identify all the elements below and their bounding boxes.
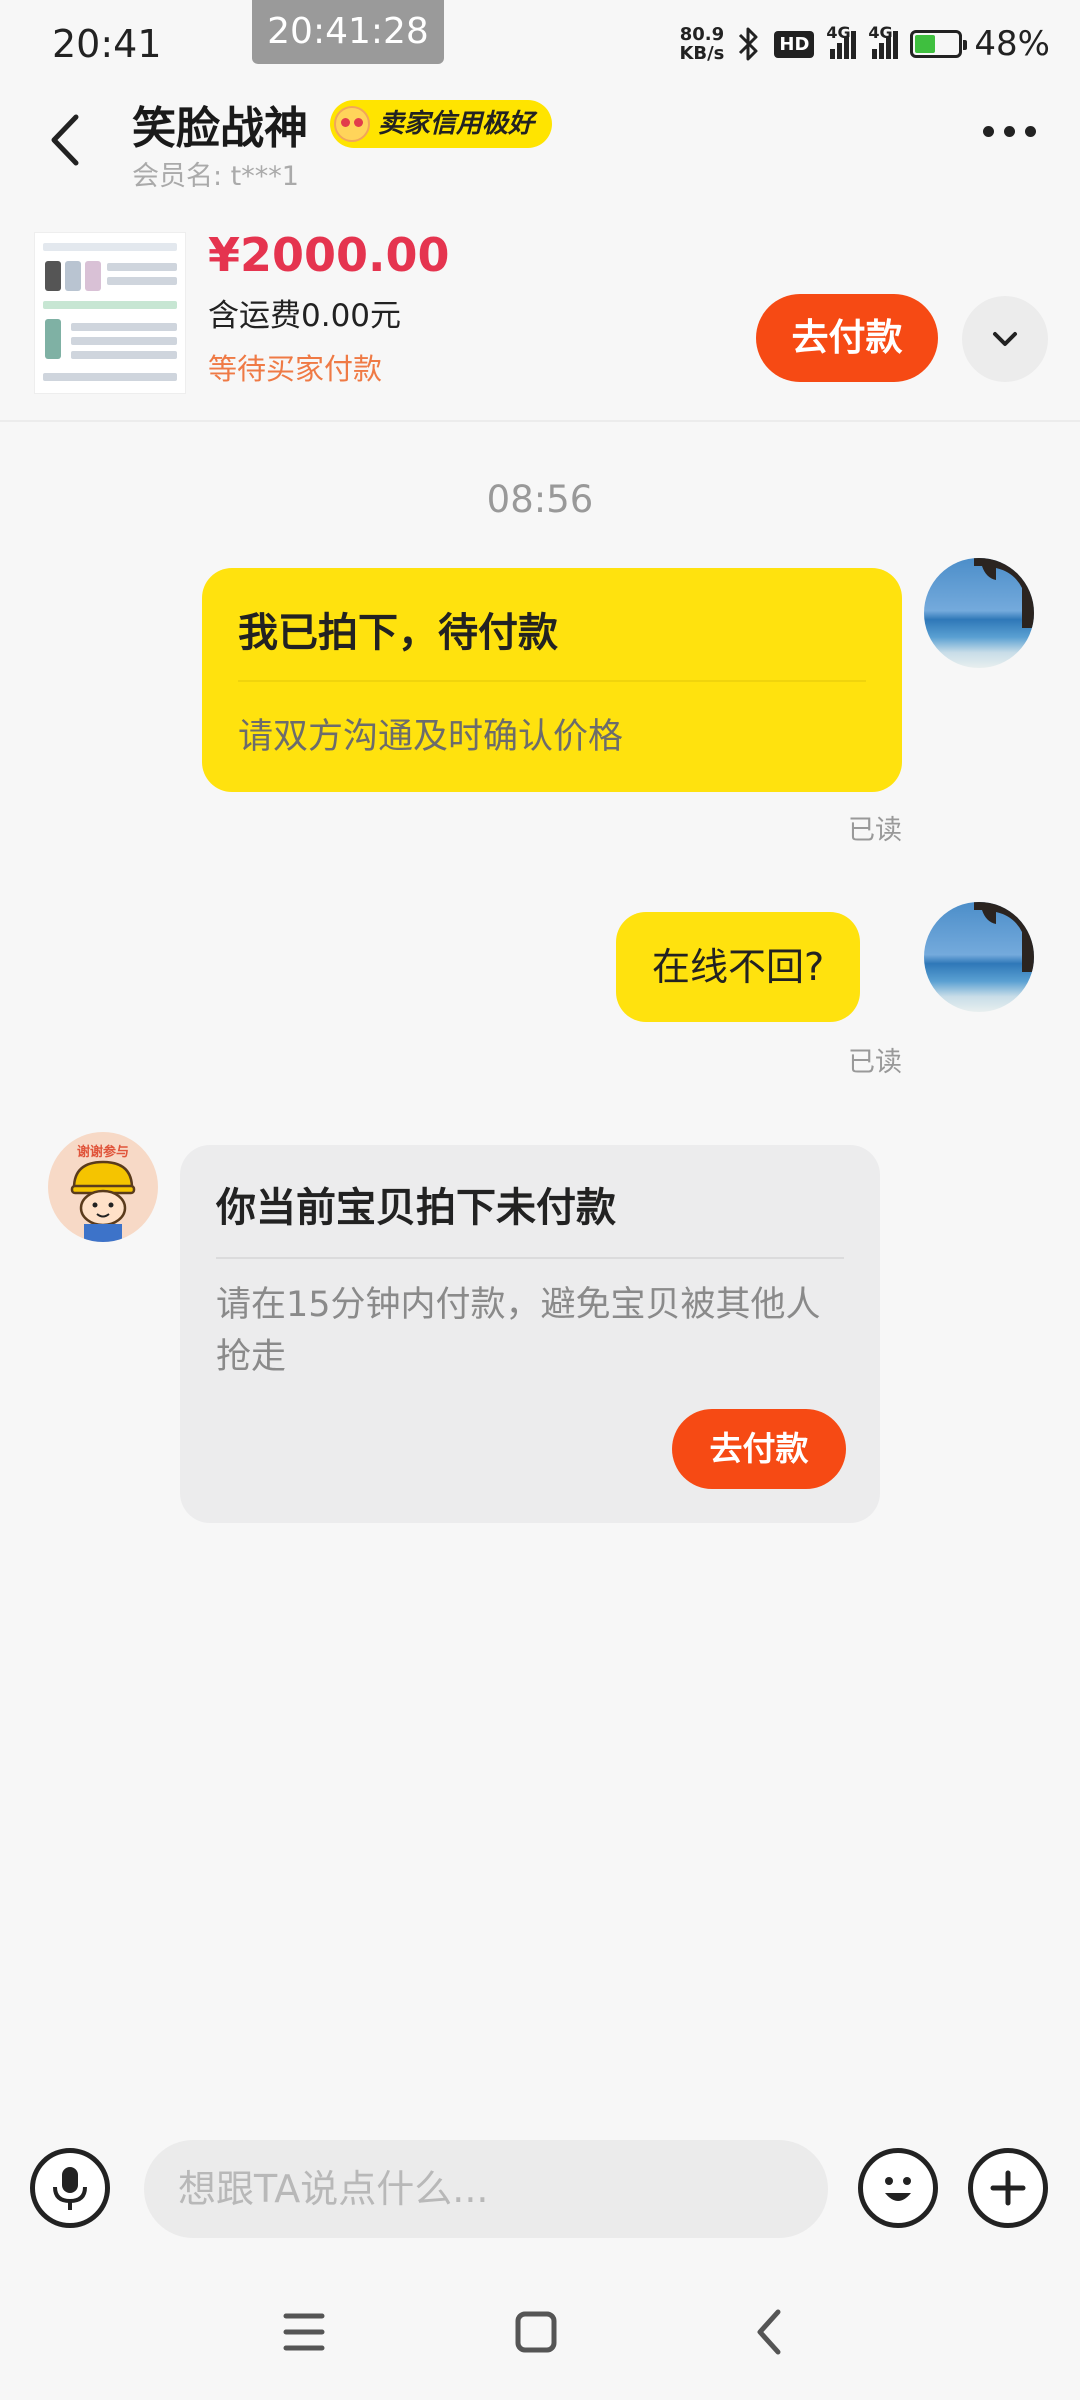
credit-badge[interactable]: 卖家信用极好: [330, 100, 553, 148]
home-nav-icon[interactable]: [496, 2292, 576, 2372]
card-subtitle: 请双方沟通及时确认价格: [238, 717, 624, 757]
bot-avatar[interactable]: 谢谢参与: [48, 1132, 158, 1242]
expand-button[interactable]: [962, 296, 1048, 382]
heart-eyes-icon: [334, 106, 370, 142]
shipping-fee: 含运费0.00元: [208, 298, 402, 334]
pay-button[interactable]: 去付款: [756, 294, 938, 382]
seller-name[interactable]: 笑脸战神: [132, 92, 308, 156]
back-icon[interactable]: [40, 105, 88, 175]
order-status: 等待买家付款: [208, 352, 383, 386]
time-overlay: 20:41:28: [252, 0, 444, 64]
back-nav-icon[interactable]: [730, 2292, 810, 2372]
card-pay-button[interactable]: 去付款: [672, 1409, 846, 1489]
message-input[interactable]: [144, 2140, 828, 2238]
arch-decoration: [974, 902, 1034, 972]
order-price: ¥2000.00: [208, 228, 450, 282]
card-title: 我已拍下，待付款: [238, 610, 558, 656]
credit-badge-label: 卖家信用极好: [378, 109, 535, 139]
net-speed: 80.9 KB/s: [679, 24, 725, 64]
emoji-button[interactable]: [858, 2148, 938, 2228]
signal-icon-2: 4G: [868, 23, 899, 59]
bluetooth-icon: [739, 27, 758, 61]
card-subtitle: 请在15分钟内付款，避免宝贝被其他人抢走: [216, 1285, 821, 1377]
header-divider: [0, 420, 1080, 422]
unpaid-notice-card[interactable]: 你当前宝贝拍下未付款 请在15分钟内付款，避免宝贝被其他人抢走 去付款: [180, 1145, 880, 1523]
status-time: 20:41: [52, 22, 162, 66]
product-thumbnail[interactable]: [34, 232, 186, 394]
arch-decoration: [974, 558, 1034, 628]
read-status: 已读: [848, 815, 902, 846]
chevron-down-icon: [993, 332, 1017, 346]
emoji-icon: [885, 2177, 911, 2201]
microphone-icon: [53, 2167, 87, 2210]
chat-timestamp: 08:56: [486, 478, 594, 521]
battery-percent: 48%: [974, 24, 1050, 64]
bot-avatar-text: 谢谢参与: [77, 1144, 129, 1160]
menu-nav-icon[interactable]: [264, 2292, 344, 2372]
card-divider: [238, 680, 866, 682]
user-avatar[interactable]: [924, 902, 1034, 1012]
add-button[interactable]: [968, 2148, 1048, 2228]
text-message[interactable]: 在线不回?: [616, 912, 861, 1022]
voice-button[interactable]: [30, 2148, 110, 2228]
hd-badge: HD: [774, 30, 815, 58]
user-avatar[interactable]: [924, 558, 1034, 668]
order-message-card[interactable]: 我已拍下，待付款 请双方沟通及时确认价格: [202, 568, 902, 792]
more-icon[interactable]: [983, 126, 1036, 137]
status-icons: 80.9 KB/s HD 4G 4G 48%: [679, 23, 1050, 64]
signal-icon-1: 4G: [826, 23, 857, 59]
card-divider: [216, 1257, 844, 1259]
member-name: 会员名: t***1: [132, 161, 299, 192]
read-status: 已读: [848, 1047, 902, 1078]
battery-icon: [910, 30, 968, 58]
card-title: 你当前宝贝拍下未付款: [216, 1185, 616, 1231]
worker-mascot-icon: 谢谢参与: [70, 1144, 136, 1242]
plus-icon: [990, 2170, 1026, 2206]
